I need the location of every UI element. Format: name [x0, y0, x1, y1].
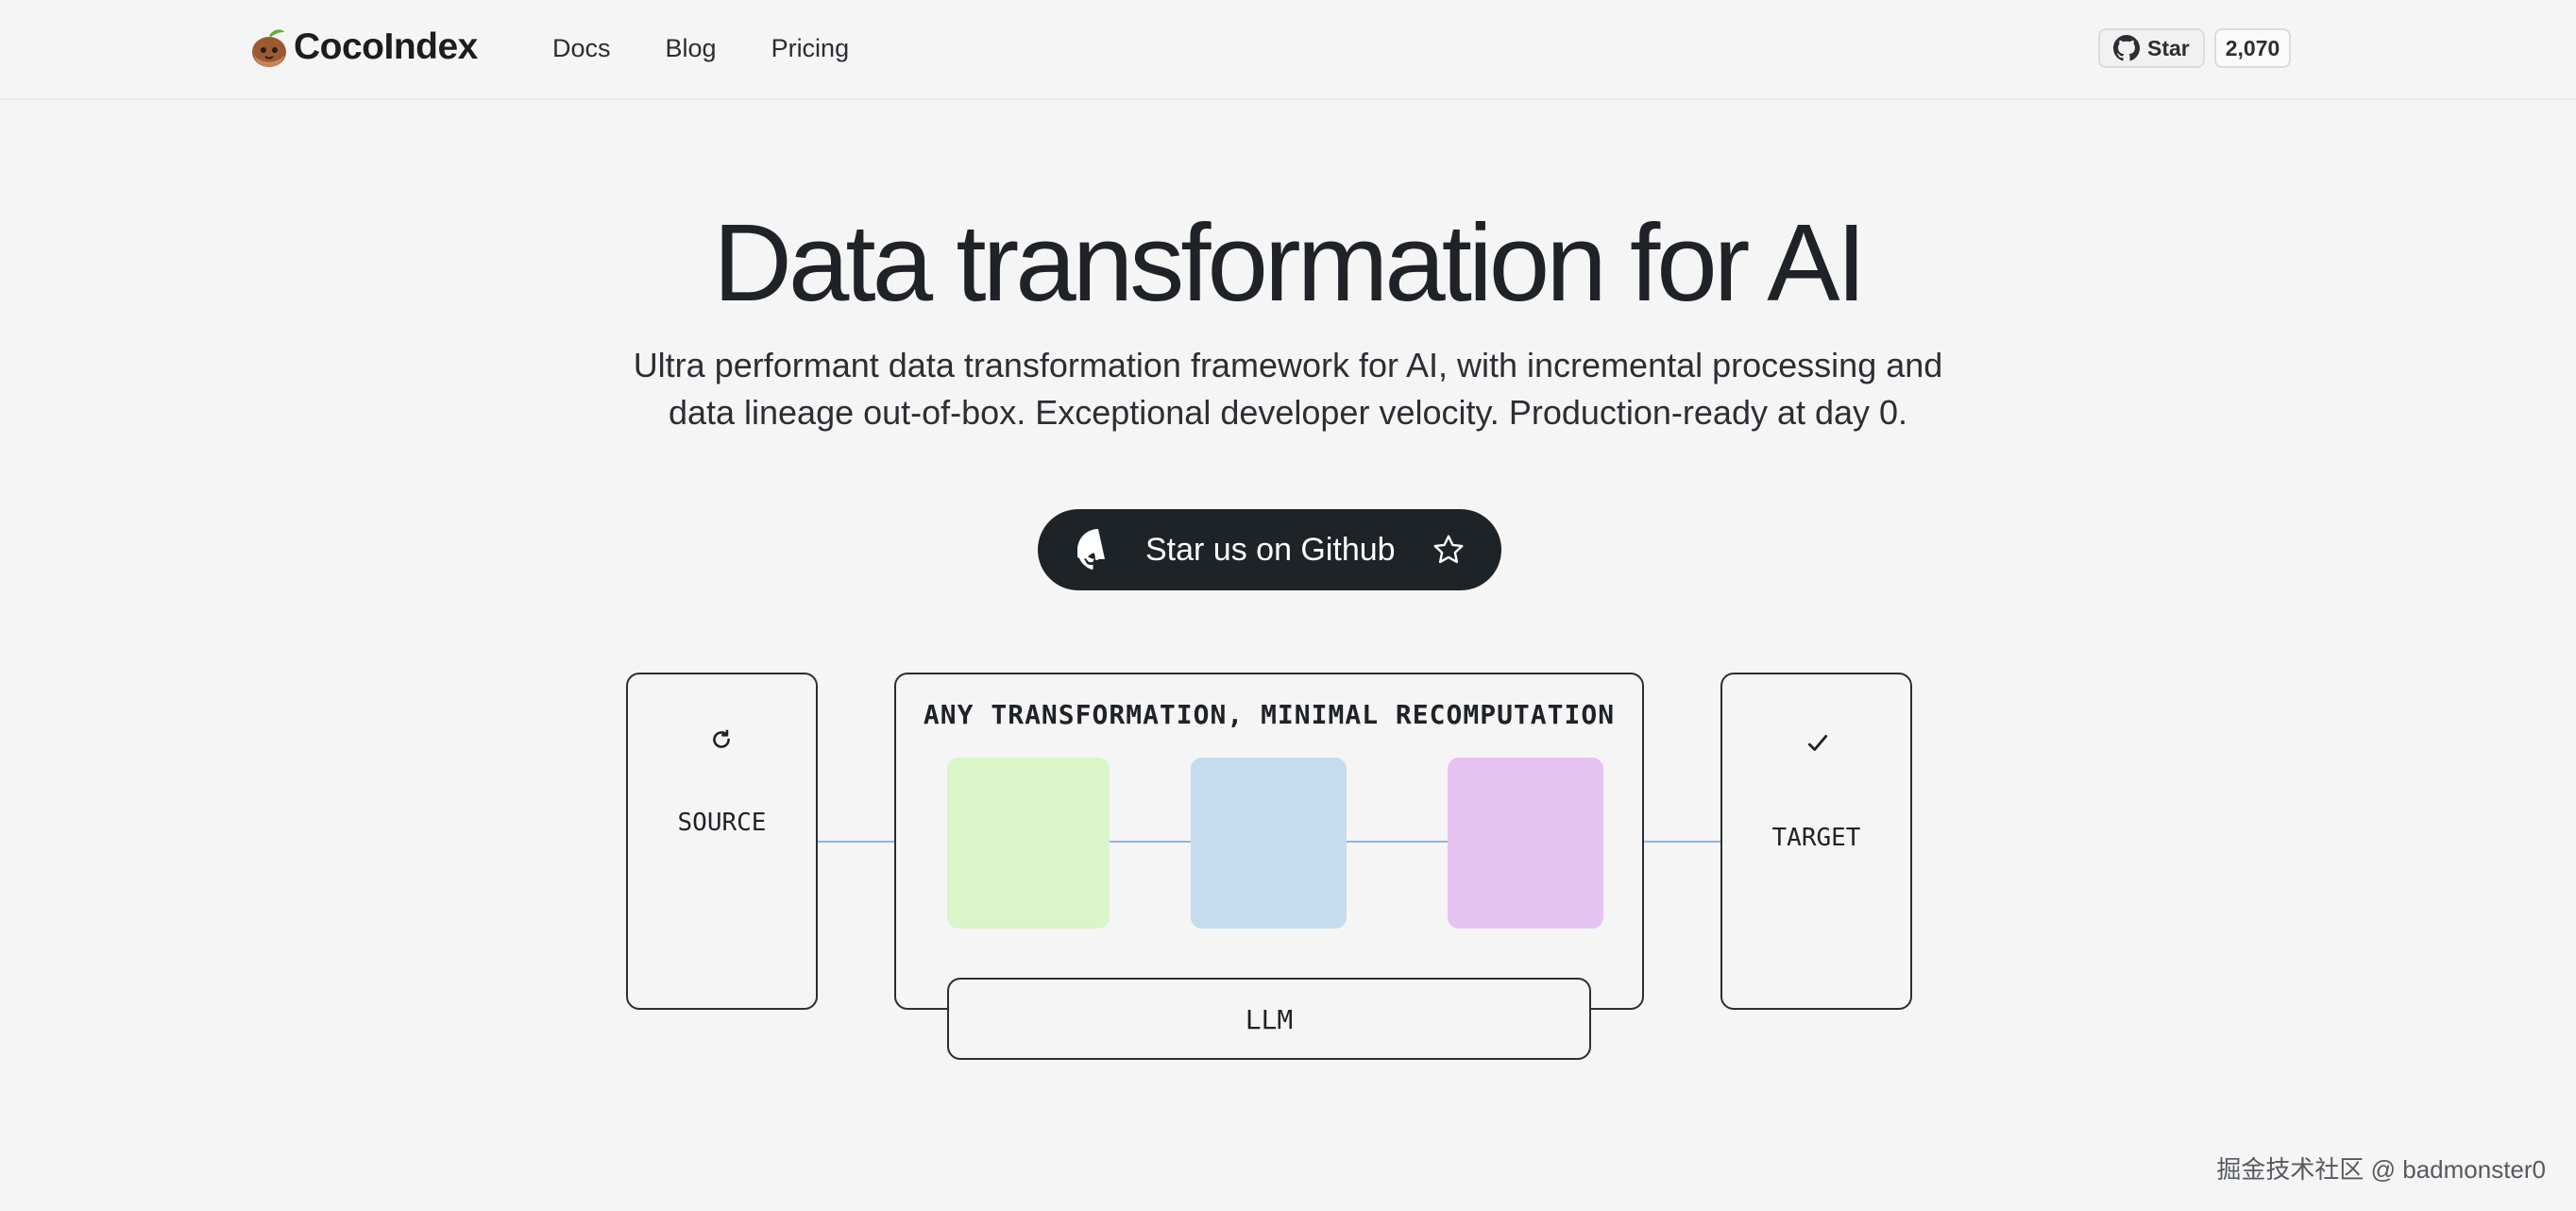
github-star-label: Star [2147, 35, 2190, 60]
hero-title: Data transformation for AI [713, 201, 1867, 324]
brand-name: CocoIndex [294, 26, 478, 67]
source-box: SOURCE [626, 673, 818, 1010]
nav-pricing[interactable]: Pricing [771, 34, 850, 63]
hero-subtitle-line-2: data lineage out-of-box. Exceptional dev… [668, 393, 1908, 432]
brand-logo[interactable]: CocoIndex [250, 26, 478, 68]
site-header: CocoIndex Docs Blog Pricing Star 2,070 [0, 0, 2576, 100]
github-star-count[interactable]: 2,070 [2213, 28, 2292, 68]
hero-subtitle-line-1: Ultra performant data transformation fra… [633, 346, 1943, 384]
hero-subtitle: Ultra performant data transformation fra… [0, 342, 2576, 436]
source-label: SOURCE [677, 809, 767, 837]
github-icon [2113, 35, 2140, 61]
github-star-widget: Star 2,070 [2098, 28, 2292, 68]
llm-box: LLM [947, 978, 1591, 1060]
transform-step-tile [947, 758, 1110, 929]
refresh-icon [713, 729, 730, 748]
check-icon [1807, 735, 1828, 751]
watermark: 掘金技术社区 @ badmonster0 [2216, 1155, 2546, 1184]
target-label: TARGET [1771, 824, 1861, 852]
star-on-github-button[interactable]: Star us on Github [1038, 509, 1501, 590]
nav-blog[interactable]: Blog [666, 34, 717, 63]
transform-step-tile [1191, 758, 1347, 929]
main-nav: Docs Blog Pricing [552, 34, 849, 63]
llm-label: LLM [1245, 1004, 1294, 1035]
github-icon [1077, 529, 1106, 570]
cta-label: Star us on Github [1145, 531, 1396, 568]
github-star-button[interactable]: Star [2098, 28, 2205, 68]
coconut-logo-icon [252, 29, 286, 67]
connector-line [818, 841, 894, 843]
transform-step-tile [1448, 758, 1603, 929]
transformation-title: ANY TRANSFORMATION, MINIMAL RECOMPUTATIO… [923, 699, 1616, 730]
connector-line [1644, 841, 1720, 843]
star-outline-icon [1433, 535, 1464, 564]
target-box: TARGET [1720, 673, 1912, 1010]
nav-docs[interactable]: Docs [552, 34, 611, 63]
